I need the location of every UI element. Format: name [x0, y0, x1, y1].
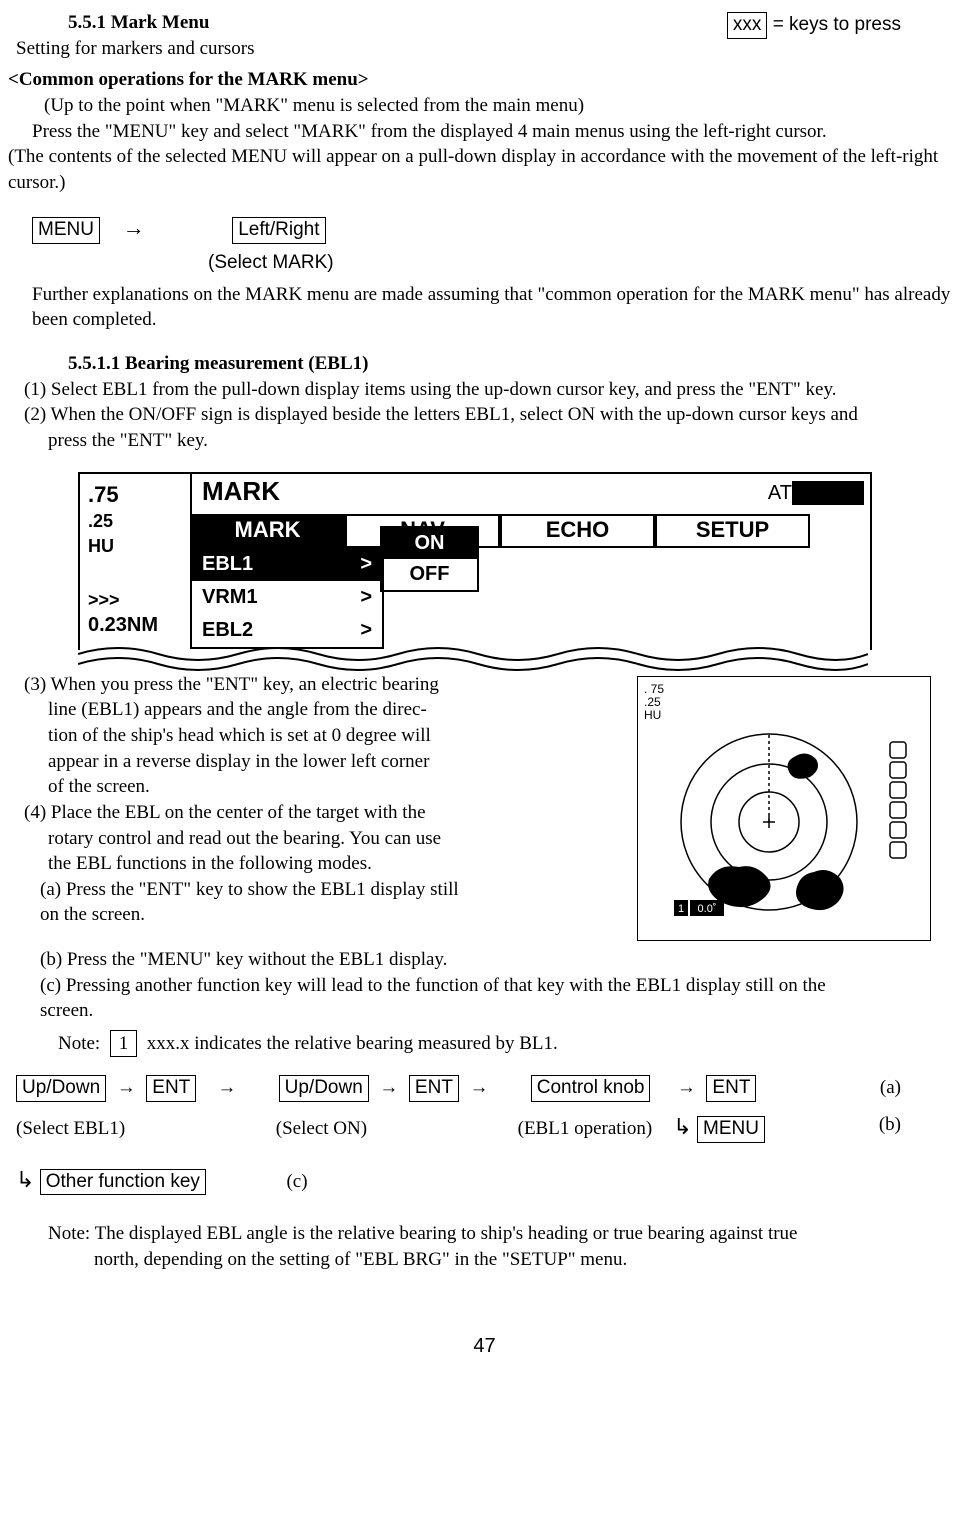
- note1-box: 1: [110, 1030, 138, 1058]
- further-text: Further explanations on the MARK menu ar…: [32, 282, 961, 333]
- dropdown-ebl2-mark: >: [360, 617, 372, 644]
- radar-sub1: .25: [644, 695, 661, 709]
- key-updown-2: Up/Down: [279, 1075, 369, 1102]
- item-4c2: screen.: [40, 998, 961, 1024]
- flow-sel-on: (Select ON): [276, 1118, 367, 1139]
- at-label: AT: [768, 482, 792, 504]
- menu-tabs: MARK NAV ECHO SETUP: [190, 514, 810, 548]
- mark-dropdown: EBL1 > VRM1 > EBL2 >: [190, 546, 384, 649]
- flow-row-3: ↳ Other function key (c): [16, 1165, 961, 1196]
- arrow-icon: →: [379, 1077, 398, 1098]
- dropdown-ebl1[interactable]: EBL1 >: [192, 548, 382, 581]
- tab-echo[interactable]: ECHO: [500, 516, 655, 548]
- dropdown-vrm1-label: VRM1: [202, 584, 258, 611]
- onoff-off[interactable]: OFF: [382, 559, 477, 590]
- item-4b: (b) Press the "MENU" key without the EBL…: [40, 947, 961, 973]
- flow-row-1: Up/Down → ENT → Up/Down → ENT → Control …: [16, 1075, 961, 1102]
- note1-text: xxx.x indicates the relative bearing mea…: [147, 1033, 558, 1054]
- key-updown-1: Up/Down: [16, 1075, 106, 1102]
- flow-row-2: (Select EBL1) (Select ON) (EBL1 operatio…: [16, 1112, 961, 1143]
- radar-diagram: . 75 .25 HU 1 0.0˚: [637, 676, 931, 941]
- at-block: [792, 481, 864, 505]
- section-subtitle: Setting for markers and cursors: [16, 36, 961, 62]
- menu-sequence-1: MENU → Left/Right: [32, 213, 961, 244]
- arrow-icon: →: [217, 1077, 236, 1098]
- page-number: 47: [8, 1333, 961, 1360]
- range-chevrons: >>>: [88, 590, 120, 610]
- note-2-l2: north, depending on the setting of "EBL …: [94, 1247, 961, 1273]
- item-2a: (2) When the ON/OFF sign is displayed be…: [24, 402, 961, 428]
- common-ops-line2: Press the "MENU" key and select "MARK" f…: [32, 119, 961, 145]
- select-mark-label: (Select MARK): [208, 250, 961, 276]
- range-sub2: HU: [88, 534, 188, 558]
- item-4c: (c) Pressing another function key will l…: [40, 973, 961, 999]
- note1-label: Note:: [58, 1033, 100, 1054]
- arrow-icon: →: [123, 213, 145, 243]
- range-value: .75: [88, 480, 188, 510]
- key-ent-2: ENT: [409, 1075, 459, 1102]
- common-ops-line1: (Up to the point when "MARK" menu is sel…: [44, 93, 961, 119]
- radar-range: . 75: [644, 682, 664, 696]
- key-other-function: Other function key: [40, 1169, 206, 1196]
- key-menu: MENU: [32, 217, 100, 244]
- tab-mark[interactable]: MARK: [190, 516, 345, 548]
- onoff-on[interactable]: ON: [382, 528, 477, 559]
- key-ent-3: ENT: [706, 1075, 756, 1102]
- tab-setup[interactable]: SETUP: [655, 516, 810, 548]
- radar-svg: 1 0.0˚: [644, 722, 910, 922]
- flow-tag-a: (a): [880, 1075, 901, 1101]
- dropdown-ebl1-mark: >: [360, 551, 372, 578]
- radar-deg: 0.0˚: [698, 903, 717, 915]
- dropdown-ebl1-label: EBL1: [202, 551, 253, 578]
- range-sub1: .25: [88, 509, 188, 533]
- key-leftright: Left/Right: [232, 217, 325, 244]
- keys-tip-box: xxx: [727, 12, 768, 39]
- item-1: (1) Select EBL1 from the pull-down displ…: [24, 377, 961, 403]
- key-menu-2: MENU: [697, 1116, 765, 1143]
- torn-edge-icon: [78, 642, 868, 672]
- note-2-l1: Note: The displayed EBL angle is the rel…: [48, 1221, 961, 1247]
- key-control-knob: Control knob: [531, 1075, 651, 1102]
- common-ops-line3: (The contents of the selected MENU will …: [8, 144, 961, 195]
- flow-sel-ebl1: (Select EBL1): [16, 1118, 125, 1139]
- item-2b: press the "ENT" key.: [48, 428, 961, 454]
- radar-sub2: HU: [644, 708, 661, 722]
- arrow-icon: →: [677, 1077, 696, 1098]
- flow-tag-c: (c): [286, 1171, 307, 1192]
- note-1: Note: 1 xxx.x indicates the relative bea…: [58, 1030, 961, 1058]
- arrow-icon: →: [117, 1077, 136, 1098]
- keys-tip-text: = keys to press: [773, 14, 901, 35]
- menu-screenshot: .75 .25 HU >>> 0.23NM MARK AT MARK NAV E…: [78, 472, 872, 650]
- keys-tip: xxx = keys to press: [727, 12, 901, 39]
- subsection-heading: 5.5.1.1 Bearing measurement (EBL1): [68, 351, 961, 377]
- dropdown-vrm1-mark: >: [360, 584, 372, 611]
- onoff-box: ON OFF: [380, 526, 479, 592]
- common-ops-heading: <Common operations for the MARK menu>: [8, 67, 961, 93]
- flow-tag-b: (b): [879, 1112, 901, 1138]
- flow-ebl-op: (EBL1 operation): [518, 1118, 653, 1139]
- key-ent-1: ENT: [146, 1075, 196, 1102]
- arrow-icon: →: [469, 1077, 488, 1098]
- range-nm: 0.23NM: [88, 614, 158, 636]
- dropdown-ebl2-label: EBL2: [202, 617, 253, 644]
- radar-tag1: 1: [678, 903, 684, 915]
- dropdown-vrm1[interactable]: VRM1 >: [192, 581, 382, 614]
- at-indicator: AT: [768, 480, 864, 507]
